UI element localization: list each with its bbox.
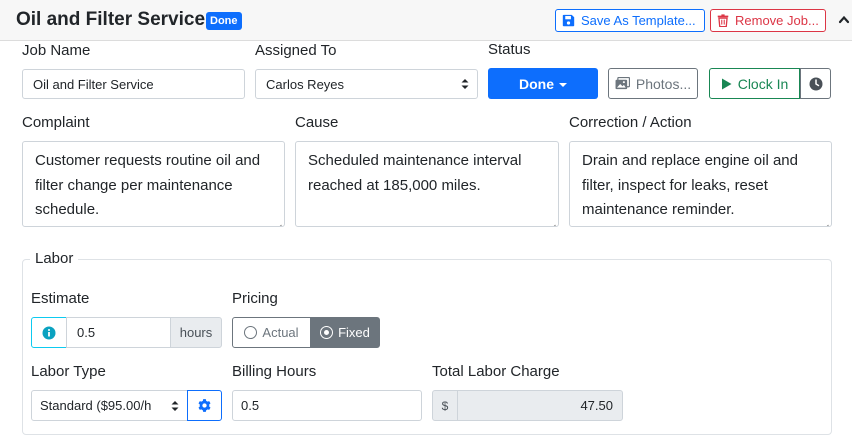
estimate-unit: hours (170, 317, 222, 348)
labor-type-select[interactable]: Standard ($95.00/h (31, 390, 188, 421)
cause-label: Cause (295, 114, 339, 131)
estimate-info-button[interactable] (31, 317, 67, 348)
caret-down-icon (559, 82, 567, 87)
assigned-to-label: Assigned To (255, 42, 337, 59)
time-history-button[interactable] (800, 68, 831, 99)
currency-symbol: $ (432, 390, 458, 421)
complaint-label: Complaint (22, 114, 90, 131)
job-header: Oil and Filter Service Done Save As Temp… (0, 0, 852, 41)
select-arrows-icon (171, 399, 179, 413)
info-icon (42, 326, 56, 340)
images-icon (615, 77, 630, 90)
resize-handle-icon[interactable] (274, 216, 282, 226)
complaint-text: Customer requests routine oil and filter… (35, 152, 261, 218)
photos-button[interactable]: Photos... (608, 68, 698, 99)
correction-label: Correction / Action (569, 114, 692, 131)
clock-in-label: Clock In (737, 75, 789, 92)
play-icon (721, 78, 732, 90)
estimate-label: Estimate (31, 290, 90, 307)
labor-legend: Labor (30, 250, 79, 267)
labor-type-label: Labor Type (31, 363, 106, 380)
select-arrows-icon (461, 77, 469, 91)
radio-on-icon (320, 326, 334, 339)
status-badge: Done (206, 12, 242, 30)
assigned-to-select[interactable]: Carlos Reyes (255, 69, 478, 99)
estimate-value: 0.5 (77, 325, 96, 340)
billing-hours-value: 0.5 (241, 398, 260, 413)
labor-type-value: Standard ($95.00/h (40, 398, 152, 413)
gear-icon (197, 398, 212, 413)
job-name-input[interactable]: Oil and Filter Service (22, 69, 245, 99)
billing-hours-input[interactable]: 0.5 (232, 390, 422, 421)
pricing-fixed-label: Fixed (338, 325, 370, 340)
job-name-value: Oil and Filter Service (33, 76, 154, 92)
pricing-option-fixed[interactable]: Fixed (310, 317, 380, 348)
correction-textarea[interactable]: Drain and replace engine oil and filter,… (569, 141, 832, 227)
chevron-up-icon[interactable] (838, 10, 850, 28)
clock-in-button[interactable]: Clock In (709, 68, 800, 99)
estimate-input[interactable]: 0.5 (66, 317, 171, 348)
cause-textarea[interactable]: Scheduled maintenance interval reached a… (295, 141, 559, 227)
pricing-actual-label: Actual (262, 325, 299, 340)
cause-text: Scheduled maintenance interval reached a… (308, 152, 522, 194)
remove-job-button[interactable]: Remove Job... (710, 9, 826, 32)
trash-icon (717, 14, 729, 27)
complaint-textarea[interactable]: Customer requests routine oil and filter… (22, 141, 285, 227)
save-as-template-button[interactable]: Save As Template... (555, 9, 705, 32)
job-name-label: Job Name (22, 42, 91, 59)
job-title: Oil and Filter Service (16, 9, 206, 30)
save-icon (562, 14, 575, 27)
remove-job-label: Remove Job... (735, 13, 819, 28)
clock-icon (809, 77, 823, 91)
photos-label: Photos... (635, 75, 692, 92)
resize-handle-icon[interactable] (821, 216, 829, 226)
correction-text: Drain and replace engine oil and filter,… (582, 152, 798, 218)
status-label: Status (488, 41, 531, 58)
resize-handle-icon[interactable] (548, 216, 556, 226)
total-labor-charge-label: Total Labor Charge (432, 363, 560, 380)
total-labor-charge-field: 47.50 (457, 390, 623, 421)
billing-hours-label: Billing Hours (232, 363, 317, 380)
radio-off-icon (244, 326, 258, 339)
labor-rate-settings-button[interactable] (187, 390, 222, 421)
save-as-template-label: Save As Template... (581, 13, 696, 28)
status-value: Done (519, 75, 554, 92)
total-labor-charge-value: 47.50 (580, 398, 613, 413)
assigned-to-value: Carlos Reyes (266, 76, 345, 92)
pricing-label: Pricing (232, 290, 278, 307)
pricing-option-actual[interactable]: Actual (232, 317, 311, 348)
status-dropdown-button[interactable]: Done (488, 68, 598, 99)
